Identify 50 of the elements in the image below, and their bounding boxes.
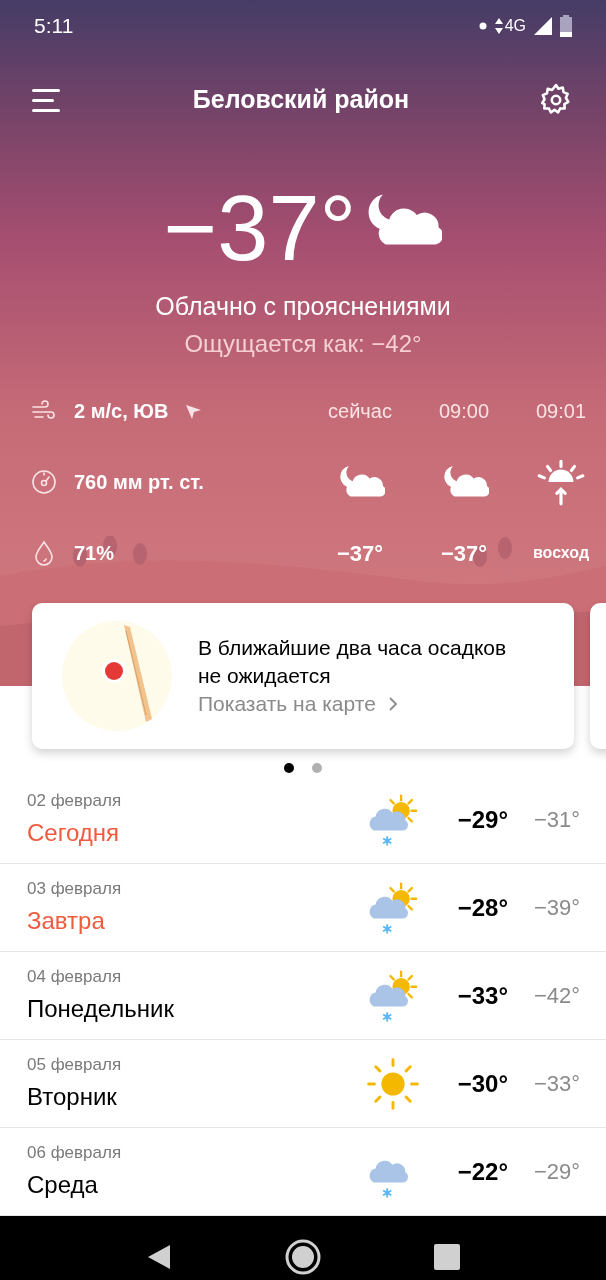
network-type: 4G [504,16,526,36]
hour-label: 09:00 [438,399,490,424]
forecast-date: 06 февраля [27,1141,123,1164]
low-temperature: −31° [532,806,580,834]
back-button[interactable] [146,1243,172,1271]
forecast-day: Сегодня [27,815,364,852]
location-title: Беловский район [192,84,410,116]
humidity-reading: 71% [74,541,115,566]
forecast-row[interactable]: 03 февраля Завтра −28° −39° [0,864,606,952]
high-temperature: −28° [456,892,508,923]
high-temperature: −22° [456,1156,508,1187]
low-temperature: −39° [532,894,580,922]
low-temperature: −42° [532,982,580,1010]
hour-label: сейчас [328,399,392,424]
forecast-date: 05 февраля [27,1053,123,1076]
forecast-day: Понедельник [27,991,364,1028]
notification-dot-icon [478,22,487,30]
battery-icon [560,15,572,37]
forecast-day: Завтра [27,903,364,940]
high-temperature: −29° [456,804,508,835]
hour-temperature: −37° [336,539,384,568]
feels-like-text: Ощущается как: −42° [184,328,422,359]
high-temperature: −30° [456,1068,508,1099]
current-temperature: −37° [163,178,357,278]
forecast-row[interactable]: 04 февраля Понедельник −33° −42° [0,952,606,1040]
nowcast-text: В ближайшие два часа осадков не ожидается [198,635,508,689]
signal-icon [534,17,552,35]
status-time: 5:11 [34,13,74,40]
forecast-date: 02 февраля [27,789,123,812]
low-temperature: −33° [532,1070,580,1098]
forecast-row[interactable]: 02 февраля Сегодня −29° −31° [0,776,606,864]
high-temperature: −33° [456,980,508,1011]
direction-arrow-icon [184,402,203,420]
data-arrows-icon [494,18,503,34]
hour-temperature: −37° [440,539,488,568]
forecast-date: 03 февраля [27,877,123,900]
forecast-row[interactable]: 05 февраля Вторник −30° −33° [0,1040,606,1128]
chevron-icon [387,696,398,712]
forecast-date: 04 февраля [27,965,123,988]
low-temperature: −29° [532,1158,580,1186]
home-button[interactable] [284,1238,322,1276]
gauge-icon [30,468,58,496]
condition-text: Облачно с прояснениями [155,291,451,322]
forecast-day: Среда [27,1167,364,1204]
hour-label: 09:01 [535,399,587,424]
sunrise-label: восход [532,543,590,563]
nowcast-card[interactable]: В ближайшие два часа осадков не ожидается Показать на карте [32,603,574,749]
pressure-reading: 760 мм рт. ст. [74,470,204,495]
forecast-day: Вторник [27,1079,364,1116]
wind-reading: 2 м/с, ЮВ [74,399,169,424]
